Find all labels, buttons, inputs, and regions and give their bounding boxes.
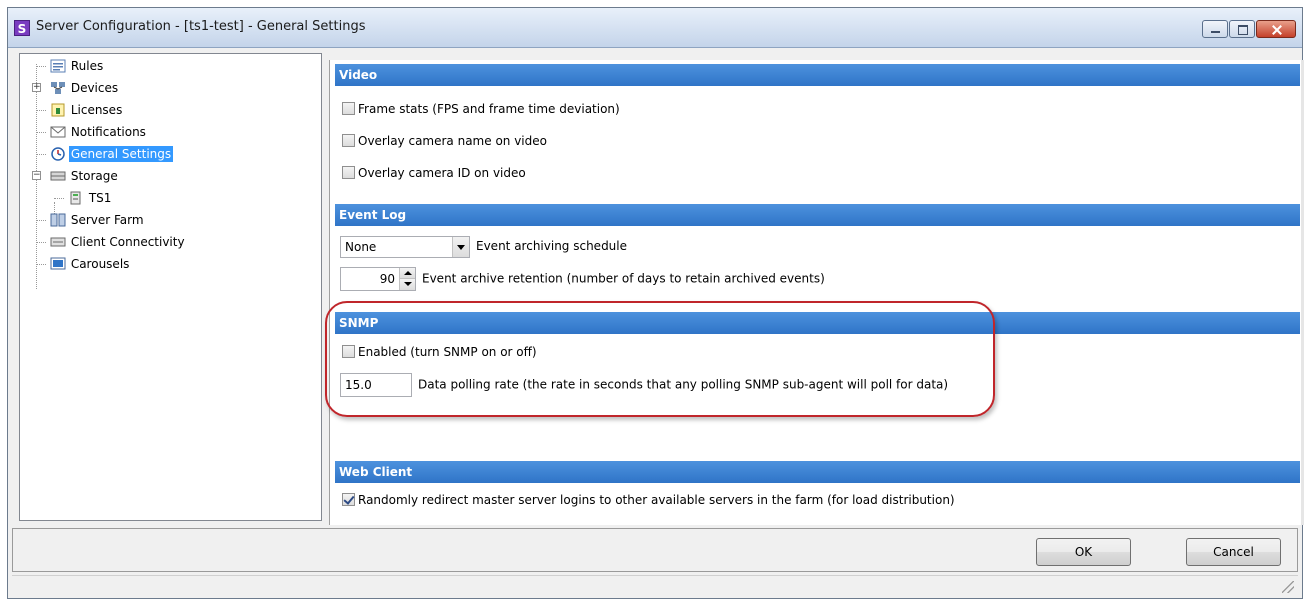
app-icon: S: [14, 20, 30, 36]
overlay-camera-id-checkbox[interactable]: [342, 166, 355, 179]
close-button[interactable]: [1256, 20, 1296, 38]
licenses-icon: [50, 103, 66, 117]
redirect-logins-checkbox[interactable]: [342, 493, 355, 506]
window-title: Server Configuration - [ts1-test] - Gene…: [36, 19, 366, 34]
tree-item-label: Client Connectivity: [70, 235, 185, 249]
devices-icon: [50, 81, 66, 95]
storage-icon: [50, 169, 66, 183]
minimize-button[interactable]: [1202, 20, 1228, 38]
status-bar: [12, 575, 1298, 597]
tree-item-general-settings[interactable]: General Settings: [24, 144, 174, 164]
event-archiving-row: None Event archiving schedule: [340, 235, 628, 258]
resize-grip-icon[interactable]: [1282, 581, 1294, 593]
server-farm-icon: [50, 213, 66, 227]
event-archiving-schedule-label: Event archiving schedule: [476, 239, 628, 253]
tree-item-server-farm[interactable]: Server Farm: [24, 210, 146, 230]
tree-item-label: Server Farm: [70, 213, 144, 227]
tree-item-label: Notifications: [70, 125, 146, 139]
tree-item-label: Licenses: [70, 103, 123, 117]
annotation-highlight-ring: [325, 301, 995, 417]
dropdown-arrow-icon[interactable]: [452, 236, 469, 257]
overlay-camera-id-row[interactable]: Overlay camera ID on video: [342, 162, 526, 184]
tree-item-label: Devices: [70, 81, 119, 95]
tree-item-notifications[interactable]: Notifications: [24, 122, 148, 142]
server-disk-icon: [68, 191, 84, 205]
section-header-video: Video: [335, 64, 1300, 86]
client-connectivity-icon: [50, 235, 66, 249]
frame-stats-row[interactable]: Frame stats (FPS and frame time deviatio…: [342, 98, 620, 120]
general-settings-panel: Video Frame stats (FPS and frame time de…: [329, 60, 1304, 525]
tree-item-carousels[interactable]: Carousels: [24, 254, 131, 274]
frame-stats-label: Frame stats (FPS and frame time deviatio…: [358, 102, 620, 116]
tree-item-licenses[interactable]: Licenses: [24, 100, 124, 120]
redirect-logins-row[interactable]: Randomly redirect master server logins t…: [342, 489, 955, 511]
overlay-camera-name-row[interactable]: Overlay camera name on video: [342, 130, 547, 152]
tree-item-storage[interactable]: − Storage: [24, 166, 120, 186]
event-retention-row: 90 Event archive retention (number of day…: [340, 267, 825, 291]
tree-item-label: Storage: [70, 169, 118, 183]
collapse-toggle[interactable]: −: [32, 171, 41, 180]
event-retention-label: Event archive retention (number of days …: [422, 271, 825, 286]
tree-item-devices[interactable]: + Devices: [24, 78, 120, 98]
overlay-camera-id-label: Overlay camera ID on video: [358, 166, 526, 180]
tree-item-label: Rules: [70, 59, 104, 73]
overlay-camera-name-checkbox[interactable]: [342, 134, 355, 147]
rules-icon: [50, 59, 66, 73]
maximize-button[interactable]: [1229, 20, 1255, 38]
title-bar[interactable]: S Server Configuration - [ts1-test] - Ge…: [8, 8, 1302, 48]
settings-clock-icon: [50, 146, 66, 161]
window-controls: [1201, 20, 1296, 38]
spinner-value: 90: [379, 272, 395, 286]
ok-button[interactable]: OK: [1036, 538, 1131, 566]
frame-stats-checkbox[interactable]: [342, 102, 355, 115]
dialog-button-bar: OK Cancel: [12, 528, 1298, 572]
envelope-icon: [50, 125, 66, 139]
cancel-button[interactable]: Cancel: [1186, 538, 1281, 566]
server-configuration-window: S Server Configuration - [ts1-test] - Ge…: [7, 7, 1304, 599]
event-retention-spinner[interactable]: 90: [340, 267, 416, 291]
section-header-event-log: Event Log: [335, 204, 1300, 226]
event-archiving-schedule-select[interactable]: None: [340, 235, 470, 258]
tree-item-ts1[interactable]: TS1: [42, 188, 113, 208]
carousels-icon: [50, 257, 66, 271]
spinner-down-icon[interactable]: [400, 279, 415, 290]
expand-toggle[interactable]: +: [32, 83, 41, 92]
scrollbar-edge[interactable]: [1301, 60, 1304, 525]
tree-item-label: TS1: [88, 191, 112, 205]
section-header-web-client: Web Client: [335, 461, 1300, 483]
redirect-logins-label: Randomly redirect master server logins t…: [358, 493, 955, 507]
navigation-tree: Rules + Devices Licenses Notifications G…: [19, 53, 322, 521]
tree-item-client-connectivity[interactable]: Client Connectivity: [24, 232, 187, 252]
tree-item-rules[interactable]: Rules: [24, 56, 105, 76]
select-value: None: [345, 239, 377, 254]
spinner-up-icon[interactable]: [400, 268, 415, 279]
tree-item-label: Carousels: [70, 257, 130, 271]
overlay-camera-name-label: Overlay camera name on video: [358, 134, 547, 148]
tree-item-label: General Settings: [68, 146, 174, 162]
